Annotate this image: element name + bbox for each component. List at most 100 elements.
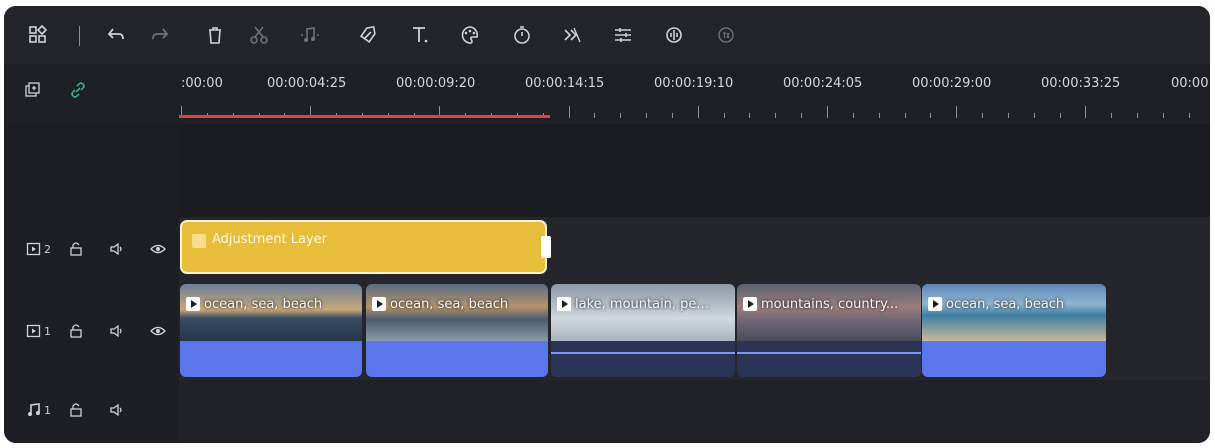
ruler-tick [594,113,595,118]
play-icon [743,297,757,311]
empty-track-area [4,124,1210,217]
ruler-tick [801,113,802,118]
adjustment-icon [192,234,206,248]
adjustment-layer-clip[interactable]: Adjustment Layer [180,220,551,274]
visibility-icon[interactable] [150,241,166,257]
clip-label: lake, mountain, pe... [575,297,709,312]
clip-label: mountains, country... [761,297,899,312]
volume-icon[interactable] [109,323,125,339]
time-label: 00:00:14:15 [525,76,605,91]
ruler-tick [724,113,725,118]
ruler-tick [1189,113,1190,118]
clip-thumbnail [180,284,362,341]
clip-audio [366,341,548,377]
ruler-tick [956,106,957,118]
clip-thumbnail [366,284,548,341]
play-icon [372,297,386,311]
timer-icon[interactable] [510,23,534,47]
audio-track-1: 1 [4,380,1210,443]
track-header: 2 [4,217,179,281]
video-clip[interactable]: lake, mountain, pe... [551,284,735,377]
time-label: 00:00:29:00 [912,76,992,91]
time-label: 00:00:09:20 [396,76,476,91]
ruler-tick [879,113,880,118]
ruler-tick [698,106,699,118]
volume-icon[interactable] [109,402,125,418]
toolbar-separator [79,26,80,46]
ruler-tick [775,113,776,118]
redo-icon[interactable] [148,23,172,47]
track-number: 1 [44,403,51,417]
ruler-tick [672,113,673,118]
audio-icon[interactable] [298,23,322,47]
video-clip[interactable]: ocean, sea, beach [180,284,362,377]
rendered-range-bar [179,115,550,118]
track-number: 1 [44,324,51,338]
video-clip[interactable]: ocean, sea, beach [922,284,1106,377]
track-number: 2 [44,242,51,256]
time-label: :00:00 [181,76,223,91]
tag-icon[interactable] [356,23,380,47]
ruler-tick [1034,113,1035,118]
link-icon[interactable] [70,82,86,98]
music-track-icon: 1 [26,402,51,418]
volume-icon[interactable] [109,241,125,257]
ruler-tick [749,113,750,118]
lock-icon[interactable] [68,241,84,257]
ruler-tick [569,106,570,118]
layout-icon[interactable] [26,23,50,47]
play-icon [186,297,200,311]
color-icon[interactable] [458,23,482,47]
ruler-tick [1085,106,1086,118]
clip-audio [180,341,362,377]
cut-icon[interactable] [247,23,271,47]
time-label: 00:00: [1171,76,1210,91]
add-track-icon[interactable] [24,82,40,98]
video-track-icon: 1 [26,323,51,339]
time-label: 00:00:19:10 [654,76,734,91]
trim-handle[interactable] [541,236,551,258]
undo-icon[interactable] [104,23,128,47]
delete-icon[interactable] [203,23,227,47]
time-label: 00:00:24:05 [783,76,863,91]
play-icon [557,297,571,311]
audio-mix-icon[interactable] [662,23,686,47]
clip-label: ocean, sea, beach [390,297,509,312]
clip-thumbnail [551,284,735,341]
ruler-tick [646,113,647,118]
time-label: 00:00:04:25 [267,76,347,91]
ruler-tick [827,106,828,118]
timeline-toolbar [4,6,1210,64]
ruler-tick [1060,113,1061,118]
adjust-icon[interactable] [611,23,635,47]
clip-label: ocean, sea, beach [946,297,1065,312]
video-track-icon: 2 [26,241,51,257]
ruler-tick [853,113,854,118]
text-icon[interactable] [408,23,432,47]
ruler-tick [905,113,906,118]
ruler-tick [620,113,621,118]
clip-label: Adjustment Layer [212,232,328,247]
ruler-tick [1163,113,1164,118]
time-label: 00:00:33:25 [1041,76,1121,91]
clip-thumbnail [737,284,921,341]
lock-icon[interactable] [68,323,84,339]
ruler-tick [1111,113,1112,118]
play-icon [928,297,942,311]
track-header: 1 [4,380,179,443]
visibility-icon[interactable] [150,323,166,339]
ruler-tick [982,113,983,118]
track-header: 1 [4,281,179,380]
clip-audio [922,341,1106,377]
timeline-editor: :00:00 00:00:04:25 00:00:09:20 00:00:14:… [4,6,1210,443]
track-lane[interactable] [179,380,1210,443]
clip-audio [737,341,921,377]
lock-icon[interactable] [68,402,84,418]
speed-icon[interactable] [714,23,738,47]
video-clip[interactable]: mountains, country... [737,284,921,377]
video-clip[interactable]: ocean, sea, beach [366,284,548,377]
ruler-tick [1008,113,1009,118]
clip-thumbnail [922,284,1106,341]
keyframe-icon[interactable] [560,23,584,47]
time-ruler[interactable]: :00:00 00:00:04:25 00:00:09:20 00:00:14:… [179,64,1210,124]
